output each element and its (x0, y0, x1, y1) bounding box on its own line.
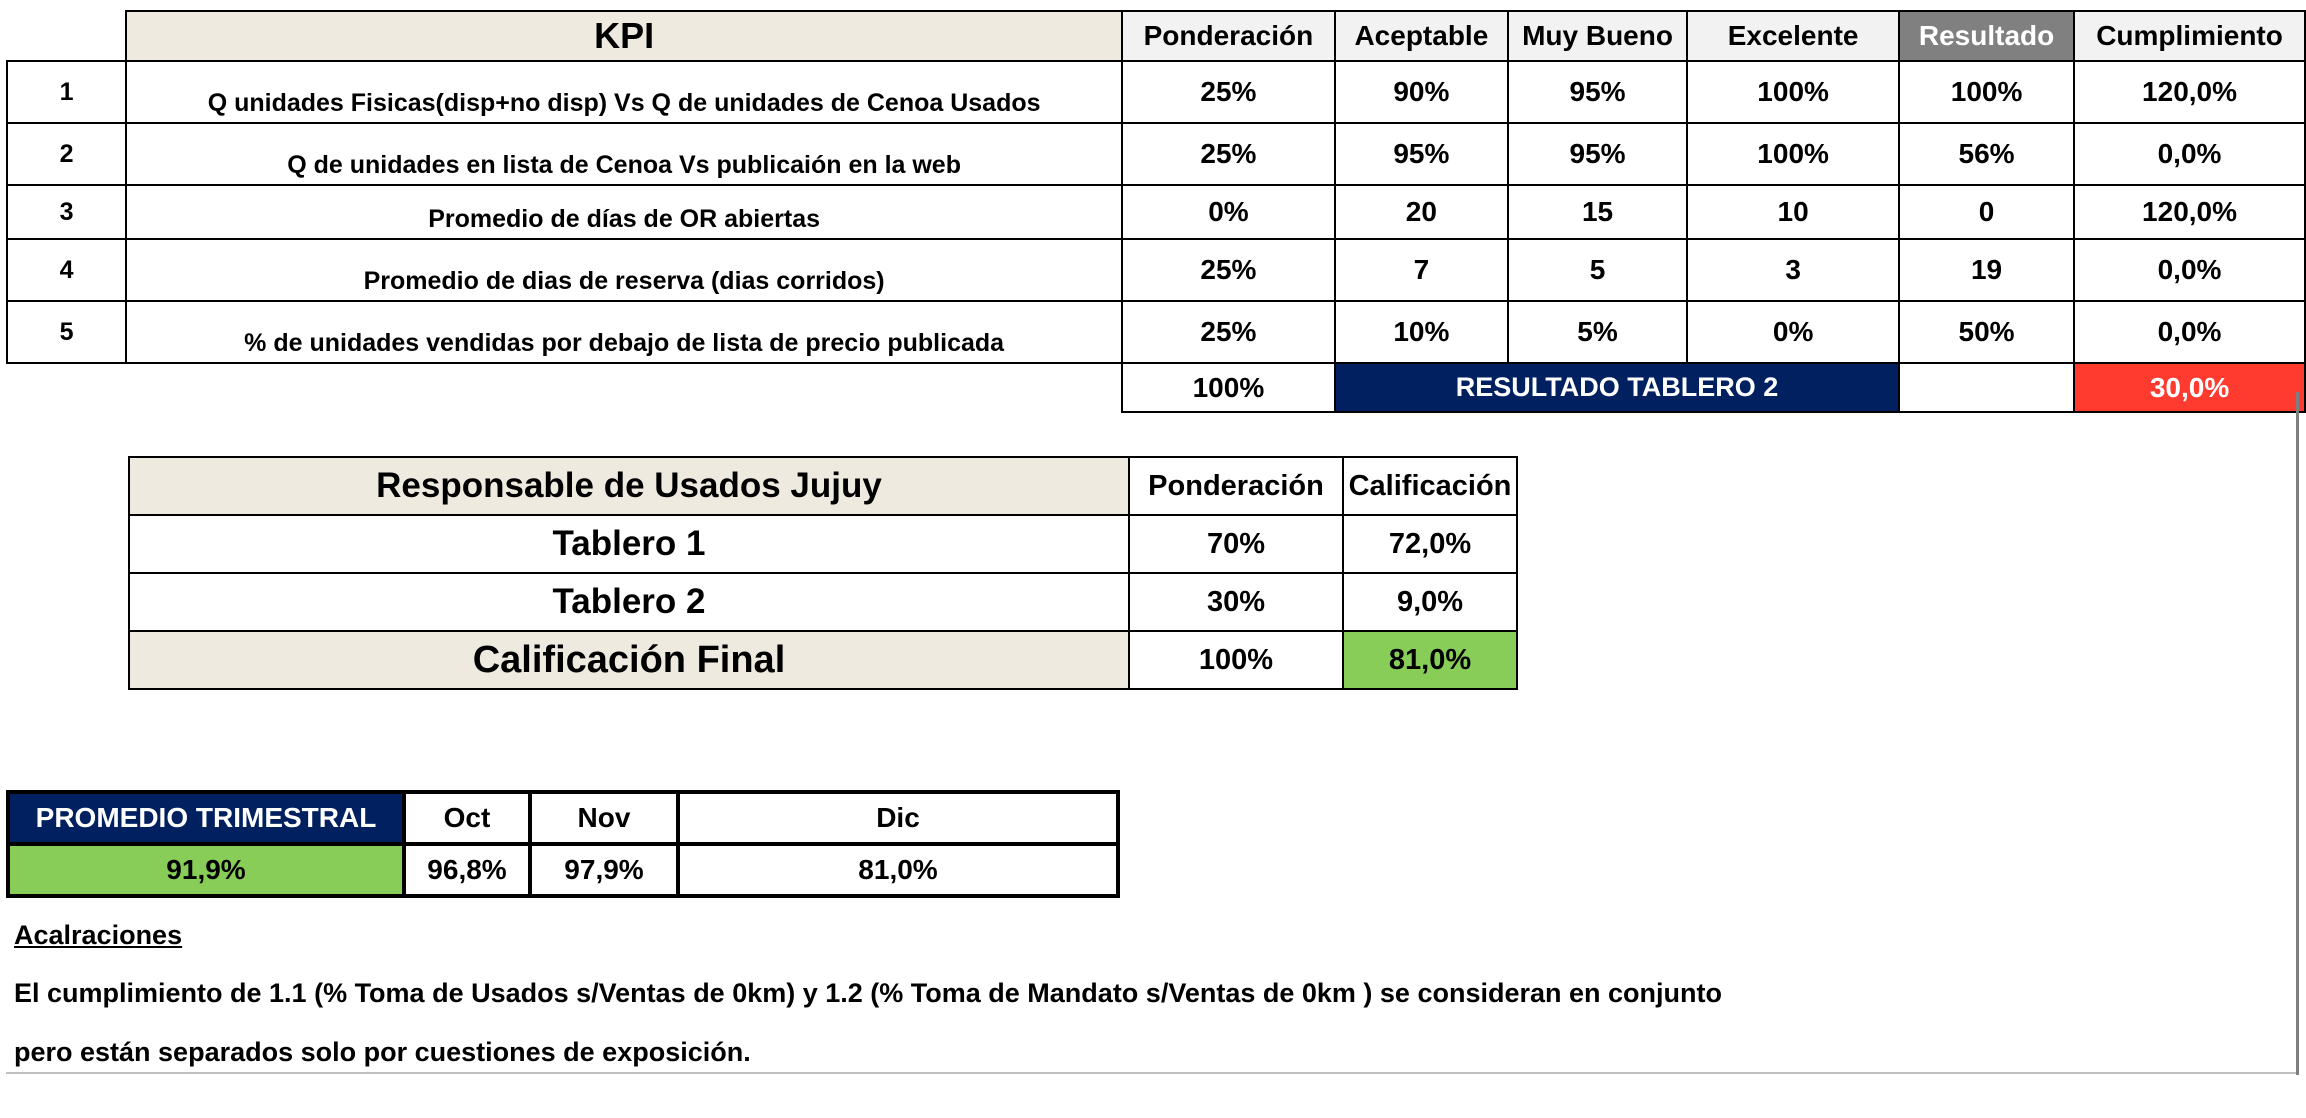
kpi-header-blank (7, 11, 126, 61)
page-bottom-line (6, 1072, 2296, 1074)
kpi-row-description[interactable]: % de unidades vendidas por debajo de lis… (125, 300, 1123, 364)
table-row: 5 % de unidades vendidas por debajo de l… (5, 300, 2306, 364)
kpi-row-aceptable[interactable]: 7 (1333, 238, 1509, 302)
kpi-row-ponderacion[interactable]: 25% (1120, 300, 1336, 364)
kpi-header-resultado[interactable]: Resultado (1898, 10, 2076, 62)
kpi-row-muy-bueno[interactable]: 15 (1506, 184, 1689, 240)
kpi-header-cumplimiento[interactable]: Cumplimiento (2073, 10, 2306, 62)
responsable-row-ponderacion[interactable]: 70% (1128, 514, 1344, 574)
kpi-header-kpi[interactable]: KPI (125, 10, 1123, 62)
promedio-trimestral-label[interactable]: PROMEDIO TRIMESTRAL (6, 790, 406, 846)
kpi-row-excelente[interactable]: 3 (1686, 238, 1901, 302)
kpi-row-muy-bueno[interactable]: 95% (1506, 60, 1689, 124)
kpi-row-aceptable[interactable]: 20 (1333, 184, 1509, 240)
month-value[interactable]: 96,8% (402, 842, 532, 898)
calificacion-final-ponderacion[interactable]: 100% (1128, 630, 1344, 690)
responsable-header-ponderacion[interactable]: Ponderación (1128, 456, 1344, 516)
promedio-trimestral-value[interactable]: 91,9% (6, 842, 406, 898)
kpi-row-number[interactable]: 5 (5, 300, 128, 364)
kpi-row-cumplimiento[interactable]: 0,0% (2073, 122, 2306, 186)
table-row: Tablero 1 70% 72,0% (128, 514, 1518, 574)
page-break-line (2296, 392, 2299, 1075)
kpi-row-resultado[interactable]: 0 (1898, 184, 2076, 240)
kpi-row-description[interactable]: Promedio de dias de reserva (dias corrid… (125, 238, 1123, 302)
table-row: 3 Promedio de días de OR abiertas 0% 20 … (5, 184, 2306, 240)
kpi-row-cumplimiento[interactable]: 0,0% (2073, 238, 2306, 302)
table-row: 4 Promedio de dias de reserva (dias corr… (5, 238, 2306, 302)
responsable-header-row: Responsable de Usados Jujuy Ponderación … (128, 456, 1518, 516)
kpi-row-resultado[interactable]: 19 (1898, 238, 2076, 302)
kpi-row-cumplimiento[interactable]: 120,0% (2073, 60, 2306, 124)
kpi-row-excelente[interactable]: 0% (1686, 300, 1901, 364)
kpi-row-resultado[interactable]: 50% (1898, 300, 2076, 364)
kpi-header-aceptable[interactable]: Aceptable (1333, 10, 1509, 62)
calificacion-final-value[interactable]: 81,0% (1342, 630, 1518, 690)
kpi-row-number[interactable]: 2 (5, 122, 128, 186)
trimestral-header-row: PROMEDIO TRIMESTRAL Oct Nov Dic (6, 790, 1120, 846)
kpi-row-aceptable[interactable]: 90% (1333, 60, 1509, 124)
responsable-table: Responsable de Usados Jujuy Ponderación … (128, 456, 1518, 690)
responsable-row-label[interactable]: Tablero 2 (128, 572, 1130, 632)
kpi-total-cumplimiento[interactable]: 30,0% (2073, 362, 2306, 413)
kpi-row-muy-bueno[interactable]: 5 (1506, 238, 1689, 302)
kpi-table: KPI Ponderación Aceptable Muy Bueno Exce… (5, 10, 2306, 413)
kpi-row-number[interactable]: 3 (5, 184, 128, 240)
kpi-row-cumplimiento[interactable]: 0,0% (2073, 300, 2306, 364)
kpi-total-blank (126, 363, 1122, 412)
kpi-row-ponderacion[interactable]: 0% (1120, 184, 1336, 240)
table-row: Tablero 2 30% 9,0% (128, 572, 1518, 632)
kpi-row-excelente[interactable]: 100% (1686, 122, 1901, 186)
month-value[interactable]: 81,0% (676, 842, 1120, 898)
kpi-row-description[interactable]: Promedio de días de OR abiertas (125, 184, 1123, 240)
calificacion-final-label[interactable]: Calificación Final (128, 630, 1130, 690)
kpi-row-excelente[interactable]: 100% (1686, 60, 1901, 124)
kpi-header-row: KPI Ponderación Aceptable Muy Bueno Exce… (7, 10, 2306, 62)
kpi-row-muy-bueno[interactable]: 95% (1506, 122, 1689, 186)
month-value[interactable]: 97,9% (528, 842, 680, 898)
kpi-row-description[interactable]: Q de unidades en lista de Cenoa Vs publi… (125, 122, 1123, 186)
kpi-total-row: 100% RESULTADO TABLERO 2 30,0% (7, 362, 2306, 413)
responsable-row-calificacion[interactable]: 9,0% (1342, 572, 1518, 632)
notes-line[interactable]: pero están separados solo por cuestiones… (14, 1037, 751, 1068)
resultado-tablero-label[interactable]: RESULTADO TABLERO 2 (1333, 362, 1901, 413)
month-header[interactable]: Nov (528, 790, 680, 846)
kpi-row-cumplimiento[interactable]: 120,0% (2073, 184, 2306, 240)
responsable-row-ponderacion[interactable]: 30% (1128, 572, 1344, 632)
trimestral-value-row: 91,9% 96,8% 97,9% 81,0% (6, 842, 1120, 898)
kpi-row-resultado[interactable]: 100% (1898, 60, 2076, 124)
kpi-total-ponderacion[interactable]: 100% (1120, 362, 1336, 413)
kpi-row-resultado[interactable]: 56% (1898, 122, 2076, 186)
month-header[interactable]: Oct (402, 790, 532, 846)
kpi-row-ponderacion[interactable]: 25% (1120, 60, 1336, 124)
kpi-row-aceptable[interactable]: 95% (1333, 122, 1509, 186)
kpi-header-excelente[interactable]: Excelente (1686, 10, 1901, 62)
kpi-row-number[interactable]: 1 (5, 60, 128, 124)
kpi-header-muy-bueno[interactable]: Muy Bueno (1506, 10, 1689, 62)
notes-line[interactable]: El cumplimiento de 1.1 (% Toma de Usados… (14, 978, 1722, 1009)
kpi-row-muy-bueno[interactable]: 5% (1506, 300, 1689, 364)
responsable-header-calificacion[interactable]: Calificación (1342, 456, 1518, 516)
responsable-row-calificacion[interactable]: 72,0% (1342, 514, 1518, 574)
month-header[interactable]: Dic (676, 790, 1120, 846)
kpi-row-ponderacion[interactable]: 25% (1120, 238, 1336, 302)
trimestral-table: PROMEDIO TRIMESTRAL Oct Nov Dic 91,9% 96… (6, 790, 1120, 898)
table-row: 2 Q de unidades en lista de Cenoa Vs pub… (5, 122, 2306, 186)
kpi-total-resultado[interactable] (1898, 362, 2076, 413)
kpi-row-ponderacion[interactable]: 25% (1120, 122, 1336, 186)
responsable-final-row: Calificación Final 100% 81,0% (128, 630, 1518, 690)
responsable-title[interactable]: Responsable de Usados Jujuy (128, 456, 1130, 516)
notes-title[interactable]: Acalraciones (14, 920, 182, 951)
kpi-row-aceptable[interactable]: 10% (1333, 300, 1509, 364)
table-row: 1 Q unidades Fisicas(disp+no disp) Vs Q … (5, 60, 2306, 124)
responsable-row-label[interactable]: Tablero 1 (128, 514, 1130, 574)
kpi-header-ponderacion[interactable]: Ponderación (1120, 10, 1336, 62)
kpi-row-description[interactable]: Q unidades Fisicas(disp+no disp) Vs Q de… (125, 60, 1123, 124)
kpi-row-number[interactable]: 4 (5, 238, 128, 302)
kpi-total-blank (7, 363, 126, 412)
kpi-row-excelente[interactable]: 10 (1686, 184, 1901, 240)
